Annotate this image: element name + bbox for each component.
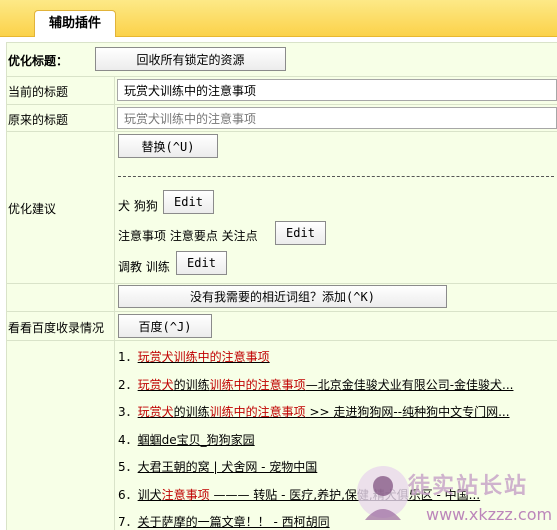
result-link[interactable]: 大君王朝的窝 | 犬舍网 - 宠物中国 bbox=[138, 460, 318, 474]
edit-group-2-button[interactable]: Edit bbox=[275, 221, 326, 245]
highlighted-keyword: 训练中的注意事项 bbox=[209, 378, 306, 392]
baidu-search-button[interactable]: 百度(^J) bbox=[118, 314, 212, 338]
baidu-check-label: 看看百度收录情况 bbox=[8, 321, 105, 335]
watermark-title: 徒实站长站 bbox=[408, 473, 529, 499]
synonym-group-2: 注意事项 注意要点 关注点 bbox=[118, 229, 258, 243]
search-result-item[interactable]: 4．蝈蝈de宝贝_狗狗家园 bbox=[118, 431, 556, 448]
replace-button[interactable]: 替换(^U) bbox=[118, 134, 218, 158]
current-title-label: 当前的标题 bbox=[8, 85, 69, 99]
divider bbox=[6, 104, 557, 105]
add-synonym-group-button[interactable]: 没有我需要的相近词组？添加(^K) bbox=[118, 285, 447, 308]
search-result-item[interactable]: 3．玩赏犬的训练训练中的注意事项 >> 走进狗狗网--纯种狗中文专门网... bbox=[118, 403, 556, 420]
result-text: 大君王朝的窝 | 犬舍网 - 宠物中国 bbox=[137, 460, 318, 474]
divider bbox=[6, 311, 557, 312]
result-link[interactable]: 玩赏犬训练中的注意事项 bbox=[138, 350, 270, 364]
original-title-input[interactable] bbox=[117, 107, 557, 129]
synonym-group-3: 调教 训练 bbox=[118, 260, 170, 274]
result-text: 训犬 bbox=[137, 488, 162, 502]
highlighted-keyword: 训练中的注意事项 bbox=[209, 405, 306, 419]
result-number: 1． bbox=[118, 350, 138, 364]
result-text: 蝈蝈de宝贝_狗狗家园 bbox=[137, 433, 255, 447]
highlighted-keyword: 玩赏犬 bbox=[137, 405, 174, 419]
recover-locked-resources-button[interactable]: 回收所有锁定的资源 bbox=[95, 47, 286, 71]
result-number: 4． bbox=[118, 433, 138, 447]
result-number: 3． bbox=[118, 405, 138, 419]
result-text: 的训练 bbox=[173, 378, 210, 392]
column-divider bbox=[114, 76, 115, 530]
watermark-url: www.xkzzz.com bbox=[426, 505, 553, 524]
search-result-item[interactable]: 2．玩赏犬的训练训练中的注意事项—北京金佳骏犬业有限公司-金佳骏犬... bbox=[118, 376, 556, 393]
result-text: >> 走进狗狗网--纯种狗中文专门网... bbox=[305, 405, 510, 419]
optimize-title-label: 优化标题： bbox=[8, 54, 69, 68]
highlighted-keyword: 玩赏犬 bbox=[137, 378, 174, 392]
edit-group-3-button[interactable]: Edit bbox=[176, 251, 227, 275]
result-link[interactable]: 关于萨摩的一篇文章！！ - 西柯胡同 bbox=[138, 515, 330, 529]
edit-group-1-button[interactable]: Edit bbox=[163, 190, 214, 214]
suggestions-label: 优化建议 bbox=[8, 202, 57, 216]
current-title-input[interactable] bbox=[117, 79, 557, 101]
divider bbox=[6, 76, 557, 77]
highlighted-keyword: 玩赏犬训练中的注意事项 bbox=[137, 350, 270, 364]
result-text: 关于萨摩的一篇文章！！ - 西柯胡同 bbox=[137, 515, 330, 529]
separator-dashed bbox=[118, 176, 554, 177]
divider bbox=[6, 340, 557, 341]
plugin-header: 辅助插件 bbox=[0, 0, 557, 37]
result-link[interactable]: 玩赏犬的训练训练中的注意事项 >> 走进狗狗网--纯种狗中文专门网... bbox=[138, 405, 510, 419]
result-number: 2． bbox=[118, 378, 138, 392]
divider bbox=[6, 283, 557, 284]
highlighted-keyword: 注意事项 bbox=[161, 488, 210, 502]
tab-auxiliary-plugin[interactable]: 辅助插件 bbox=[34, 10, 116, 37]
result-number: 7． bbox=[118, 515, 138, 529]
result-text: —北京金佳骏犬业有限公司-金佳骏犬... bbox=[305, 378, 514, 392]
result-number: 5． bbox=[118, 460, 138, 474]
result-number: 6． bbox=[118, 488, 138, 502]
result-link[interactable]: 玩赏犬的训练训练中的注意事项—北京金佳骏犬业有限公司-金佳骏犬... bbox=[138, 378, 514, 392]
divider bbox=[6, 42, 557, 43]
result-text: 的训练 bbox=[173, 405, 210, 419]
synonym-group-1: 犬 狗狗 bbox=[118, 199, 158, 213]
original-title-label: 原来的标题 bbox=[8, 113, 69, 127]
divider bbox=[6, 131, 557, 132]
result-link[interactable]: 蝈蝈de宝贝_狗狗家园 bbox=[138, 433, 255, 447]
search-result-item[interactable]: 1．玩赏犬训练中的注意事项 bbox=[118, 348, 556, 365]
